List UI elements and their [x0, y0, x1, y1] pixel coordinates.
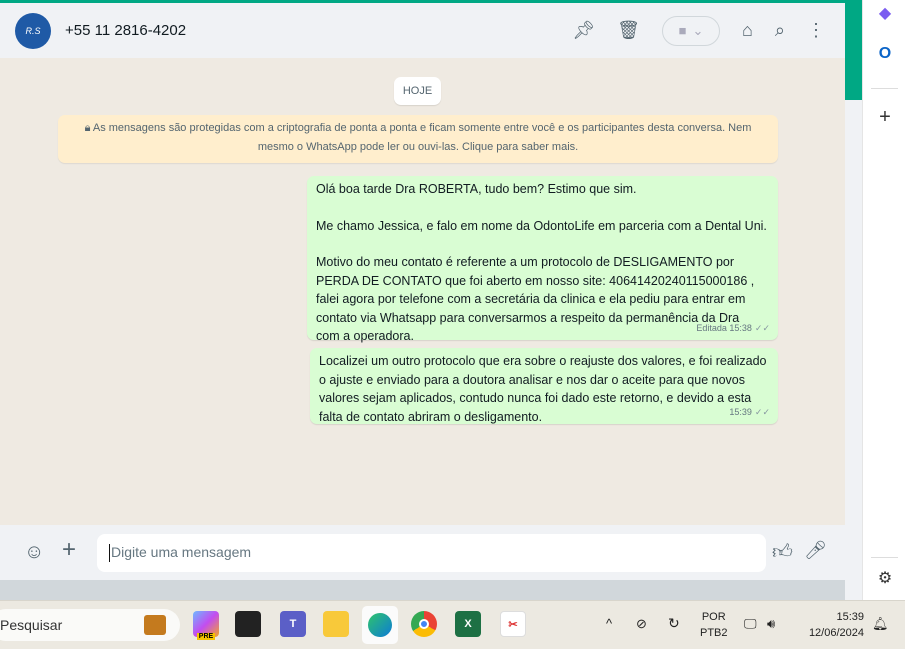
excel-icon[interactable]: X	[455, 611, 481, 637]
snipping-tool-icon[interactable]: ✂	[500, 611, 526, 637]
chevron-down-icon: ⌄	[692, 22, 704, 38]
avatar[interactable]: R.S	[15, 12, 51, 49]
volume-icon[interactable]: 🔊︎	[767, 616, 775, 632]
message-time: 15:39	[729, 406, 752, 417]
taskbar: Pesquisar PRE T X ✂ ^ ⊘ ↻ POR PTB2 🖵︎ 🔊︎ …	[0, 600, 905, 649]
briefcase-icon	[144, 615, 166, 635]
add-icon[interactable]: +	[876, 107, 894, 127]
message-time: Editada 15:38	[696, 322, 752, 333]
delete-icon[interactable]: 🗑︎	[617, 20, 640, 41]
date: 12/06/2024	[808, 627, 864, 639]
sync-icon[interactable]: ↻	[668, 615, 680, 631]
divider	[871, 557, 898, 558]
teams-icon[interactable]: T	[280, 611, 306, 637]
edge-sidebar: ◆ O + ⚙	[862, 0, 905, 600]
contact-name[interactable]: +55 11 2816-4202	[65, 22, 186, 39]
clock[interactable]: 15:39 12/06/2024	[800, 609, 864, 641]
emoji-icon[interactable]: ☺	[24, 541, 44, 564]
settings-icon[interactable]: ⚙	[876, 570, 894, 588]
video-call-button[interactable]: ■ ⌄	[662, 15, 721, 46]
scrollbar-track[interactable]	[845, 100, 862, 600]
message-input[interactable]: Digite uma mensagem	[97, 534, 766, 572]
message-paragraph: Localizei um outro protocolo que era sob…	[319, 354, 767, 424]
message-paragraph: Olá boa tarde Dra ROBERTA, tudo bem? Est…	[316, 182, 637, 196]
message-input-placeholder: Digite uma mensagem	[111, 544, 252, 560]
attach-icon[interactable]: +	[62, 536, 76, 564]
message-bubble[interactable]: Olá boa tarde Dra ROBERTA, tudo bem? Est…	[307, 176, 778, 343]
pre-badge: PRE	[196, 633, 216, 640]
app-icon[interactable]	[235, 611, 261, 637]
microphone-icon[interactable]: 🎤︎	[804, 540, 827, 561]
encryption-notice-text: As mensagens são protegidas com a cripto…	[92, 122, 752, 153]
keyboard-layout: PTB2	[700, 627, 728, 639]
encryption-notice[interactable]: 🔒︎ As mensagens são protegidas com a cri…	[58, 115, 778, 163]
outlook-icon[interactable]: O	[876, 45, 894, 63]
message-bubble[interactable]: Localizei um outro protocolo que era sob…	[310, 348, 778, 424]
composer: ☺ + Digite uma mensagem 👍︎ 🎤︎	[0, 525, 845, 580]
pin-icon[interactable]: 📌︎	[572, 20, 595, 41]
menu-icon[interactable]: ⋮	[807, 20, 825, 41]
store-icon[interactable]: ⌂	[742, 20, 753, 41]
message-paragraph: Me chamo Jessica, e falo em nome da Odon…	[316, 218, 767, 233]
date-separator: HOJE	[394, 77, 441, 105]
chrome-icon[interactable]	[411, 611, 437, 637]
search-placeholder: Pesquisar	[0, 617, 63, 633]
time: 15:39	[836, 611, 864, 623]
chevron-up-icon[interactable]: ^	[606, 616, 612, 632]
notification-bell-icon[interactable]: 🔔︎	[872, 616, 889, 632]
video-icon: ■	[678, 23, 687, 38]
language-indicator[interactable]: POR PTB2	[700, 609, 728, 641]
scrollbar-thumb[interactable]	[845, 0, 862, 100]
lock-icon: 🔒︎	[84, 122, 93, 134]
read-check-icon: ✓✓	[754, 406, 770, 417]
thumbs-up-icon[interactable]: 👍︎	[772, 540, 793, 564]
copilot-app-icon[interactable]: PRE	[193, 611, 219, 640]
taskbar-search[interactable]: Pesquisar	[0, 609, 180, 641]
read-check-icon: ✓✓	[754, 322, 770, 333]
chat-area: HOJE 🔒︎ As mensagens são protegidas com …	[0, 58, 845, 525]
chat-header: R.S +55 11 2816-4202 📌︎ 🗑︎ ■ ⌄ ⌂ ⌕ ⋮	[0, 3, 845, 58]
network-icon[interactable]: 🖵︎	[744, 616, 757, 632]
divider	[871, 88, 898, 89]
language: POR	[701, 611, 726, 623]
copilot-icon[interactable]: ◆	[876, 5, 894, 23]
search-icon[interactable]: ⌕	[775, 20, 785, 41]
cloud-off-icon[interactable]: ⊘	[636, 616, 647, 632]
window-bottom	[0, 580, 845, 600]
file-explorer-icon[interactable]	[323, 611, 349, 637]
edge-icon[interactable]	[362, 606, 398, 644]
